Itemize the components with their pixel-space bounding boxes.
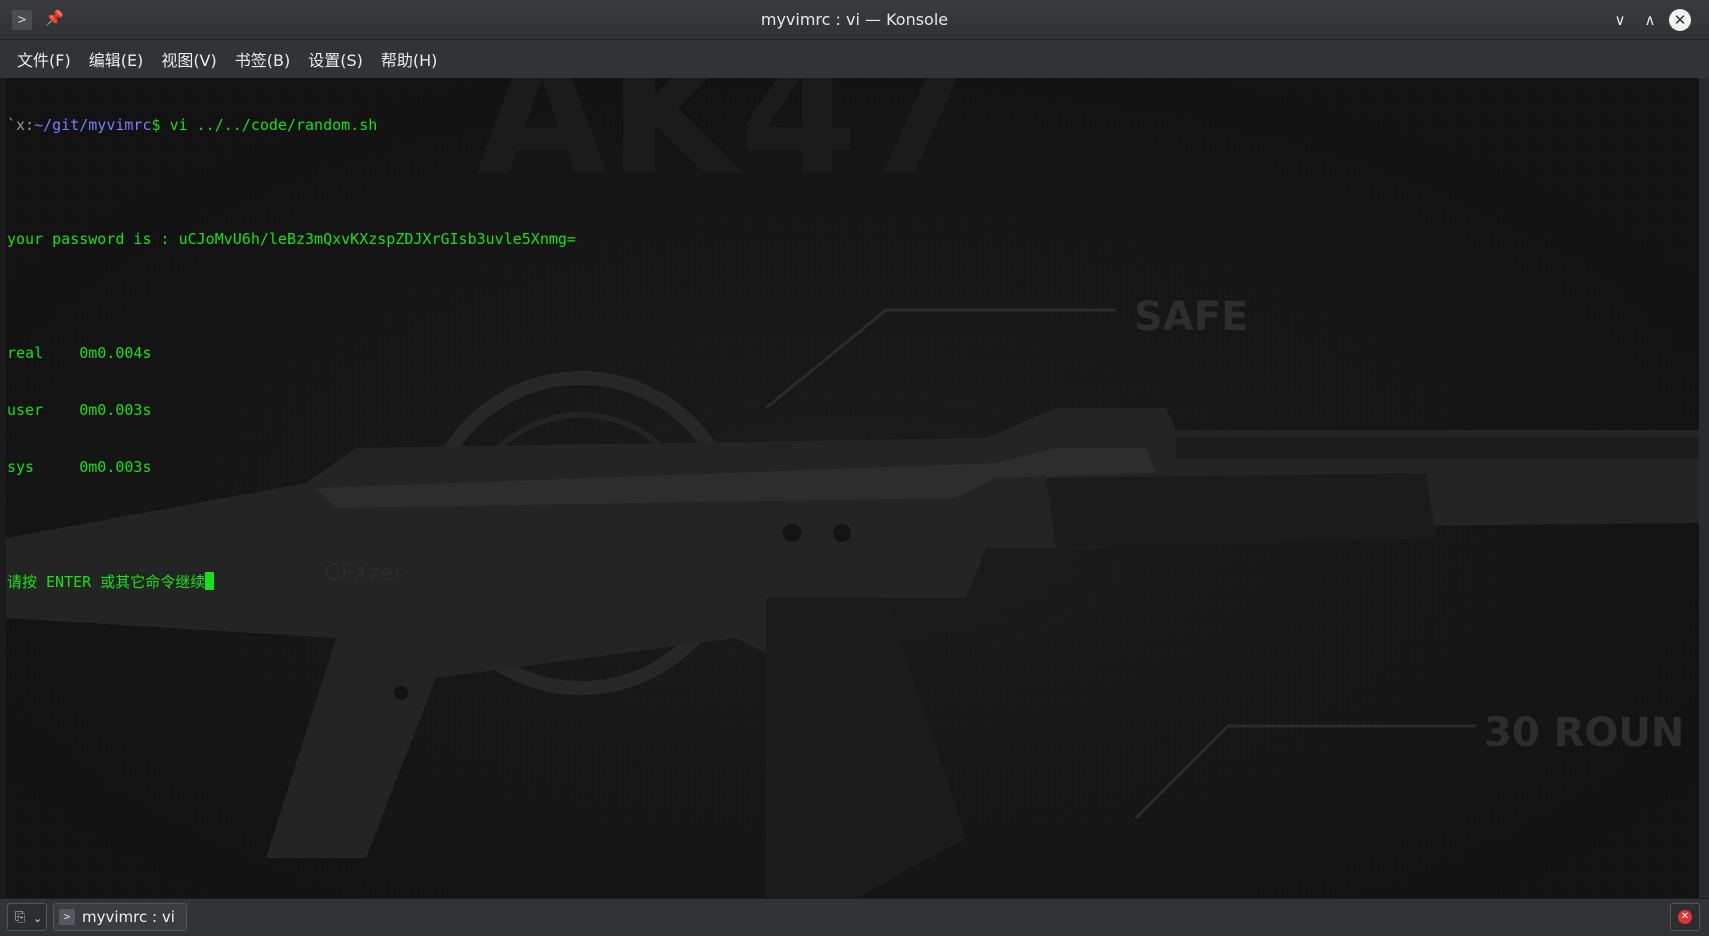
menu-settings[interactable]: 设置(S) xyxy=(299,47,372,71)
prompt-path: ~/git/myvimrc xyxy=(34,116,152,134)
menu-bookmarks[interactable]: 书签(B) xyxy=(226,47,299,71)
menu-bar: 文件(F) 编辑(E) 视图(V) 书签(B) 设置(S) 帮助(H) xyxy=(0,40,1709,78)
menu-file[interactable]: 文件(F) xyxy=(8,47,80,71)
menu-help[interactable]: 帮助(H) xyxy=(372,47,447,71)
window-titlebar: > 📌 myvimrc : vi — Konsole ∨ ∧ ✕ xyxy=(0,0,1709,40)
timing-value: 0m0.003s xyxy=(79,458,152,476)
minimize-button[interactable]: ∨ xyxy=(1608,8,1632,32)
prompt-command: vi ../../code/random.sh xyxy=(169,116,378,134)
prompt-symbol: $ xyxy=(151,116,170,134)
terminal-output: `x:~/git/myvimrc$ vi ../../code/random.s… xyxy=(7,78,576,629)
continue-prompt: 请按 ENTER 或其它命令继续 xyxy=(7,573,206,591)
text-cursor xyxy=(205,572,215,590)
menu-view[interactable]: 视图(V) xyxy=(152,47,225,71)
timing-label: sys xyxy=(7,458,35,476)
close-tab-button[interactable]: ✕ xyxy=(1670,903,1700,931)
terminal-scrollbar[interactable] xyxy=(1699,78,1709,898)
timing-value: 0m0.004s xyxy=(79,344,152,362)
terminal-area[interactable]: AK47 SAFE 30 ROUN GFXzer `x:~/git/myvimr… xyxy=(6,78,1699,898)
window-title: myvimrc : vi — Konsole xyxy=(760,10,949,29)
chevron-down-icon: ⌄ xyxy=(33,912,43,925)
timing-row-sys: sys 0m0.003s xyxy=(7,458,576,477)
close-button[interactable]: ✕ xyxy=(1669,9,1691,31)
timing-row-user: user 0m0.003s xyxy=(7,401,576,420)
prompt-line: `x:~/git/myvimrc$ vi ../../code/random.s… xyxy=(7,116,576,135)
timing-row-real: real 0m0.004s xyxy=(7,344,576,363)
password-line: your password is : uCJoMvU6h/leBz3mQxvKX… xyxy=(7,230,576,248)
new-tab-button[interactable]: ⎘ ⌄ xyxy=(7,903,47,931)
timing-value: 0m0.003s xyxy=(79,401,152,419)
tab-bar: ⎘ ⌄ > myvimrc : vi ✕ xyxy=(0,898,1709,936)
prompt-user: `x: xyxy=(7,116,35,134)
timing-label: real xyxy=(7,344,44,362)
menu-edit[interactable]: 编辑(E) xyxy=(80,47,153,71)
new-tab-icon: ⎘ xyxy=(15,910,26,925)
terminal-icon: > xyxy=(59,909,75,925)
maximize-button[interactable]: ∧ xyxy=(1638,8,1662,32)
timing-label: user xyxy=(7,401,44,419)
tab-label: myvimrc : vi xyxy=(82,908,175,926)
continue-prompt-line: 请按 ENTER 或其它命令继续 xyxy=(7,572,576,591)
close-tab-icon: ✕ xyxy=(1678,910,1692,924)
tab-myvimrc[interactable]: > myvimrc : vi xyxy=(53,903,187,931)
